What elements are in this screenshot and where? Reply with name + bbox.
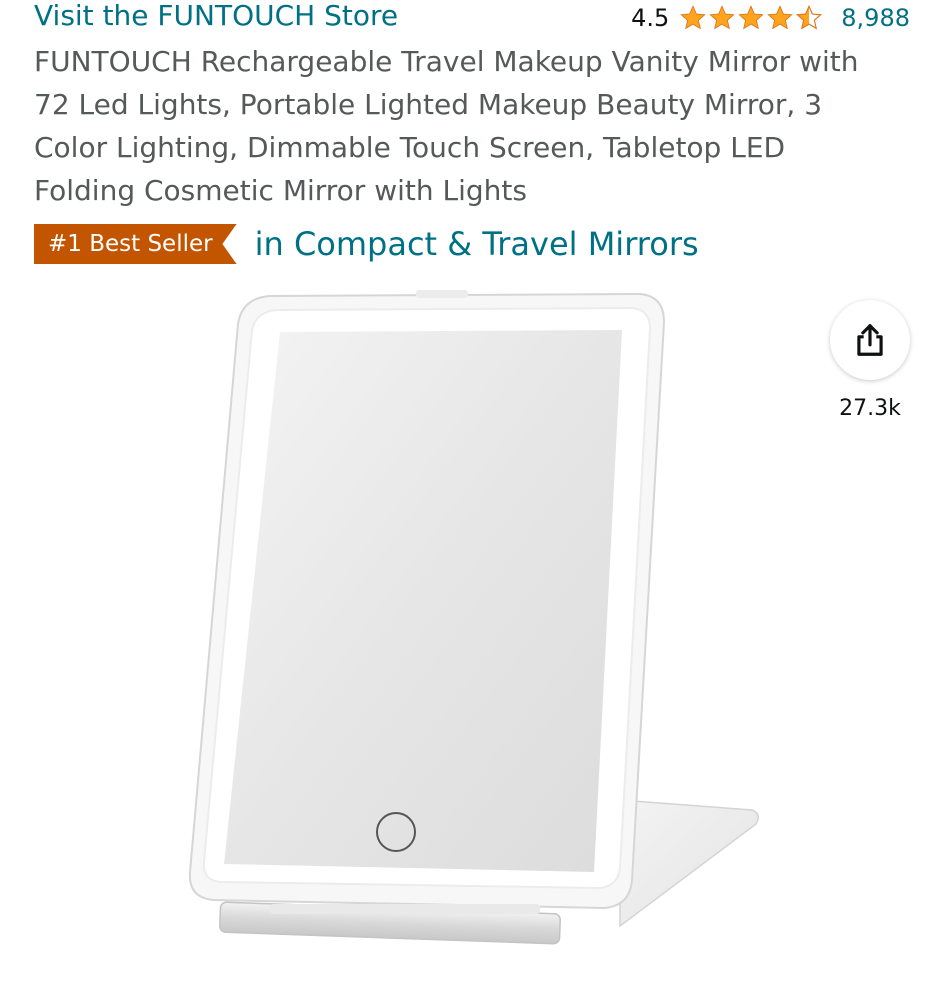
- product-image[interactable]: [180, 288, 780, 988]
- product-title: FUNTOUCH Rechargeable Travel Makeup Vani…: [34, 45, 859, 207]
- bestseller-category-link[interactable]: in Compact & Travel Mirrors: [255, 225, 699, 263]
- lighted-vanity-mirror-icon: [188, 290, 759, 945]
- product-page: Visit the FUNTOUCH Store 4.5 8,988 FUNTO…: [0, 0, 944, 1007]
- share-icon: [857, 324, 883, 356]
- star-rating[interactable]: [679, 4, 823, 32]
- star-full-icon: [679, 4, 707, 32]
- star-full-icon: [708, 4, 736, 32]
- share-button[interactable]: [830, 300, 910, 380]
- star-half-icon: [795, 4, 823, 32]
- share-count: 27.3k: [839, 396, 901, 421]
- rating-value: 4.5: [631, 4, 670, 32]
- bestseller-row[interactable]: #1 Best Seller in Compact & Travel Mirro…: [34, 222, 699, 266]
- ratings-count-link[interactable]: 8,988: [841, 4, 910, 32]
- star-full-icon: [766, 4, 794, 32]
- visit-store-link[interactable]: Visit the FUNTOUCH Store: [34, 0, 398, 34]
- star-full-icon: [737, 4, 765, 32]
- rating-summary[interactable]: 4.5 8,988: [631, 0, 910, 36]
- best-seller-badge[interactable]: #1 Best Seller: [34, 224, 237, 264]
